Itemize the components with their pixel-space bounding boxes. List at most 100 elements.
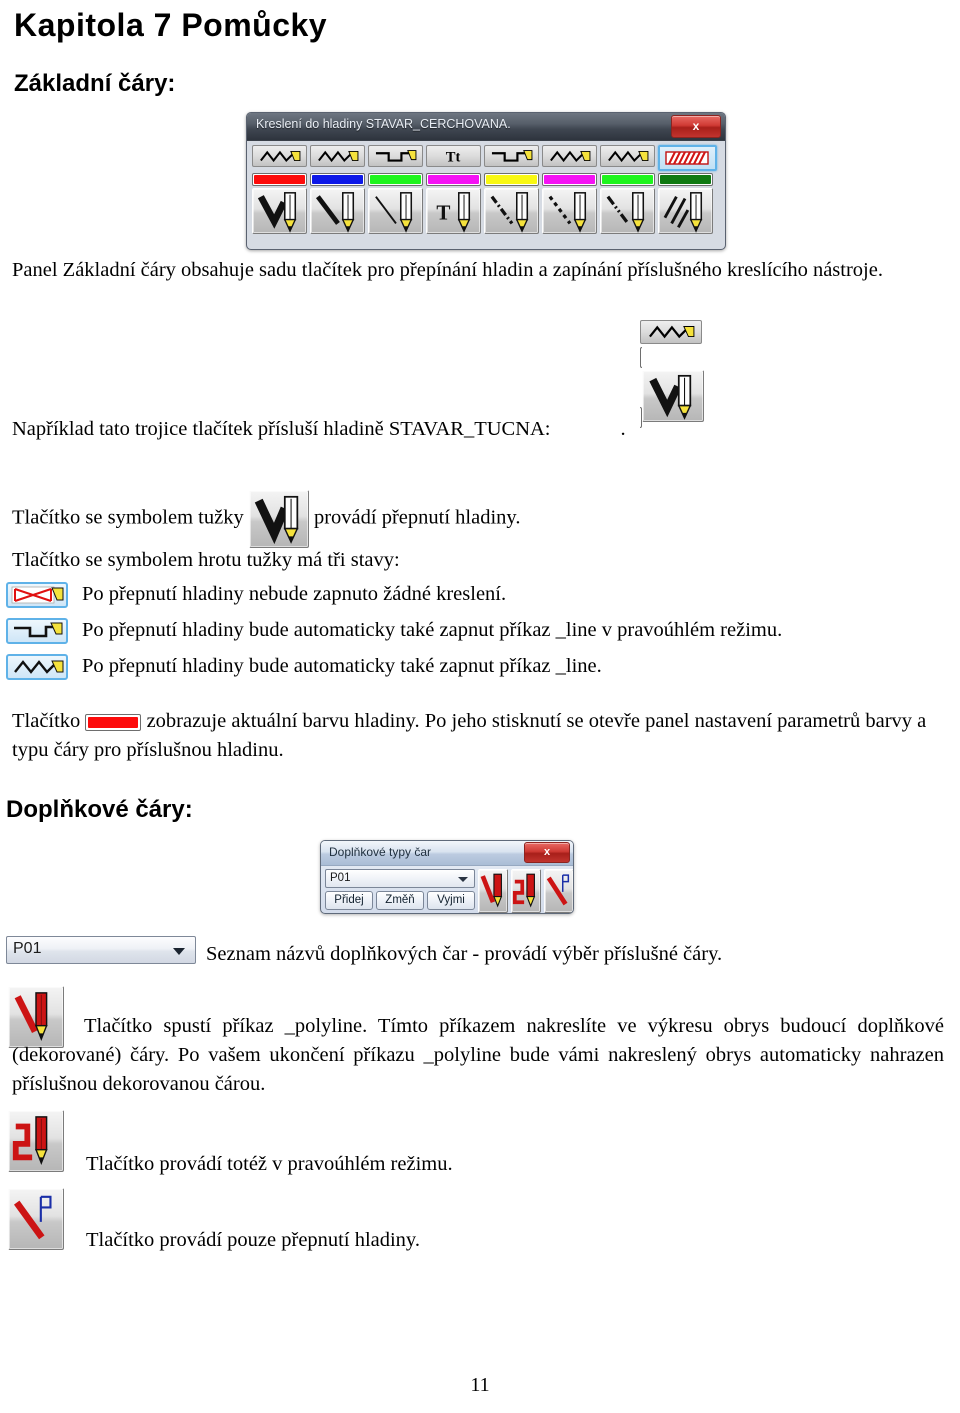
line-type-controls: P01 Přidej Změň Vyjmi xyxy=(325,869,475,913)
section-heading-extra-lines: Doplňkové čáry: xyxy=(6,796,193,823)
red-pencil-ortho-icon xyxy=(512,873,536,908)
layer-switch-button-large[interactable] xyxy=(8,1188,64,1250)
dialog-extra-line-types-title: Doplňkové typy čar xyxy=(329,845,432,859)
chevron-down-icon xyxy=(173,948,185,955)
dialog-extra-line-types-body: P01 Přidej Změň Vyjmi xyxy=(321,866,573,913)
pencil-button-2[interactable] xyxy=(310,188,365,234)
state-button-line[interactable] xyxy=(6,654,68,680)
color-swatch-2[interactable] xyxy=(310,173,365,186)
ortho-line-icon xyxy=(14,622,63,638)
dialog-extra-line-types: Doplňkové typy čar x P01 Přidej Změň Vyj… xyxy=(320,840,574,914)
color-swatch-7[interactable] xyxy=(600,173,655,186)
red-pencil-polyline-icon xyxy=(480,873,503,908)
pencil-button-row: T xyxy=(252,188,720,234)
document-page: Kapitola 7 Pomůcky Základní čáry: Kresle… xyxy=(0,0,960,1413)
line-type-button-5[interactable] xyxy=(484,145,539,167)
color-swatch-3[interactable] xyxy=(368,173,423,186)
zigzag-line-icon xyxy=(550,150,591,163)
extra-line-icon-buttons xyxy=(478,869,573,913)
pencil-button-8[interactable] xyxy=(658,188,713,234)
pencil-button-6[interactable] xyxy=(542,188,597,234)
pencil-thin-line-icon xyxy=(375,192,413,233)
line-type-button-3[interactable] xyxy=(368,145,423,167)
line-type-button-8-selected[interactable] xyxy=(658,145,717,171)
line-type-select[interactable]: P01 xyxy=(325,869,475,888)
state-button-ortho-line[interactable] xyxy=(6,618,68,644)
zigzag-line-icon xyxy=(649,325,695,339)
line-name-select[interactable]: P01 xyxy=(6,936,196,964)
color-swatch-6[interactable] xyxy=(542,173,597,186)
inline-color-button[interactable] xyxy=(85,713,142,731)
color-button-text-post: zobrazuje aktuální barvu hladiny. Po jeh… xyxy=(12,710,927,762)
dialog-extra-line-types-titlebar[interactable]: Doplňkové typy čar x xyxy=(321,841,573,866)
trio-line-type-button[interactable] xyxy=(640,320,702,344)
color-swatch-8[interactable] xyxy=(658,173,713,186)
pencil-dashdot-line-icon xyxy=(490,192,529,233)
zigzag-line-icon xyxy=(608,150,649,163)
paragraph-pencil-button: Tlačítko se symbolem tužky provádí přepn… xyxy=(6,490,950,548)
paragraph-polyline-description: Tlačítko spustí příkaz _polyline. Tímto … xyxy=(12,1015,944,1096)
pencil-button-text-post: provádí přepnutí hladiny. xyxy=(313,506,521,529)
page-number: 11 xyxy=(470,1374,490,1396)
pencil-button-1[interactable] xyxy=(252,188,307,234)
state-button-no-drawing[interactable] xyxy=(6,582,68,608)
paragraph-layer-only-description: Tlačítko provádí pouze přepnutí hladiny. xyxy=(86,1229,420,1251)
line-type-button-1[interactable] xyxy=(252,145,307,167)
red-line-layer-icon xyxy=(546,874,570,906)
pencil-button-4[interactable]: T xyxy=(426,188,481,234)
line-type-button-2[interactable] xyxy=(310,145,365,167)
section-heading-basic-lines: Základní čáry: xyxy=(14,70,176,98)
trio-example-tail: . xyxy=(620,418,626,440)
color-swatch-4[interactable] xyxy=(426,173,481,186)
color-swatch-5[interactable] xyxy=(484,173,539,186)
line-type-button-4[interactable]: Tt xyxy=(426,145,481,167)
polyline-ortho-button-large[interactable] xyxy=(8,1110,64,1172)
state-text-no-drawing: Po přepnutí hladiny nebude zapnuto žádné… xyxy=(82,583,507,605)
pencil-hatch-icon xyxy=(663,192,703,233)
line-name-select-value: P01 xyxy=(13,940,42,957)
paragraph-ortho-description: Tlačítko provádí totéž v pravoúhlém reži… xyxy=(86,1153,453,1175)
line-type-action-buttons: Přidej Změň Vyjmi xyxy=(325,891,475,910)
pencil-thick-line-icon xyxy=(254,495,299,545)
hatch-icon xyxy=(665,151,709,165)
add-button[interactable]: Přidej xyxy=(325,891,373,910)
close-button[interactable]: x xyxy=(671,115,721,138)
color-button-text-pre: Tlačítko xyxy=(12,710,81,732)
close-button[interactable]: x xyxy=(524,842,570,863)
paragraph-trio-example: Například tato trojice tlačítek přísluší… xyxy=(6,415,950,444)
chevron-down-icon xyxy=(458,877,468,882)
dialog-basic-lines-body: Tt T xyxy=(247,141,725,239)
color-swatch-row xyxy=(252,173,720,186)
dialog-basic-lines: Kreslení do hladiny STAVAR_CERCHOVANA. x xyxy=(246,112,726,250)
paragraph-combo-description: Seznam názvů doplňkových čar - provádí v… xyxy=(206,943,723,965)
dialog-basic-lines-titlebar[interactable]: Kreslení do hladiny STAVAR_CERCHOVANA. x xyxy=(247,113,725,141)
svg-text:Tt: Tt xyxy=(446,149,461,165)
change-button[interactable]: Změň xyxy=(376,891,424,910)
remove-button[interactable]: Vyjmi xyxy=(427,891,475,910)
zigzag-line-icon xyxy=(14,660,64,674)
pencil-button-5[interactable] xyxy=(484,188,539,234)
page-title: Kapitola 7 Pomůcky xyxy=(14,7,328,43)
inline-pencil-button[interactable] xyxy=(248,490,309,548)
zigzag-line-icon xyxy=(318,150,359,163)
pencil-dashed-line-icon xyxy=(548,192,587,233)
text-icon: Tt xyxy=(446,149,461,165)
pencil-dashdotdot-line-icon xyxy=(606,192,645,233)
no-drawing-icon xyxy=(11,586,64,604)
line-type-button-row: Tt xyxy=(252,145,720,171)
pencil-thick-line-icon xyxy=(257,192,297,233)
polyline-button[interactable] xyxy=(478,869,508,913)
pencil-button-text-pre: Tlačítko se symbolem tužky xyxy=(12,506,244,529)
polyline-ortho-button[interactable] xyxy=(511,869,541,913)
layer-switch-button[interactable] xyxy=(544,869,573,913)
pencil-button-7[interactable] xyxy=(600,188,655,234)
line-type-button-6[interactable] xyxy=(542,145,597,167)
color-swatch-1[interactable] xyxy=(252,173,307,186)
dialog-basic-lines-title: Kreslení do hladiny STAVAR_CERCHOVANA. xyxy=(256,117,511,131)
trio-example-text: Například tato trojice tlačítek přísluší… xyxy=(12,418,551,440)
pencil-button-3[interactable] xyxy=(368,188,423,234)
pencil-medium-line-icon xyxy=(315,192,355,233)
svg-text:T: T xyxy=(436,201,450,225)
line-type-button-7[interactable] xyxy=(600,145,655,167)
pencil-text-icon: T xyxy=(436,192,471,233)
